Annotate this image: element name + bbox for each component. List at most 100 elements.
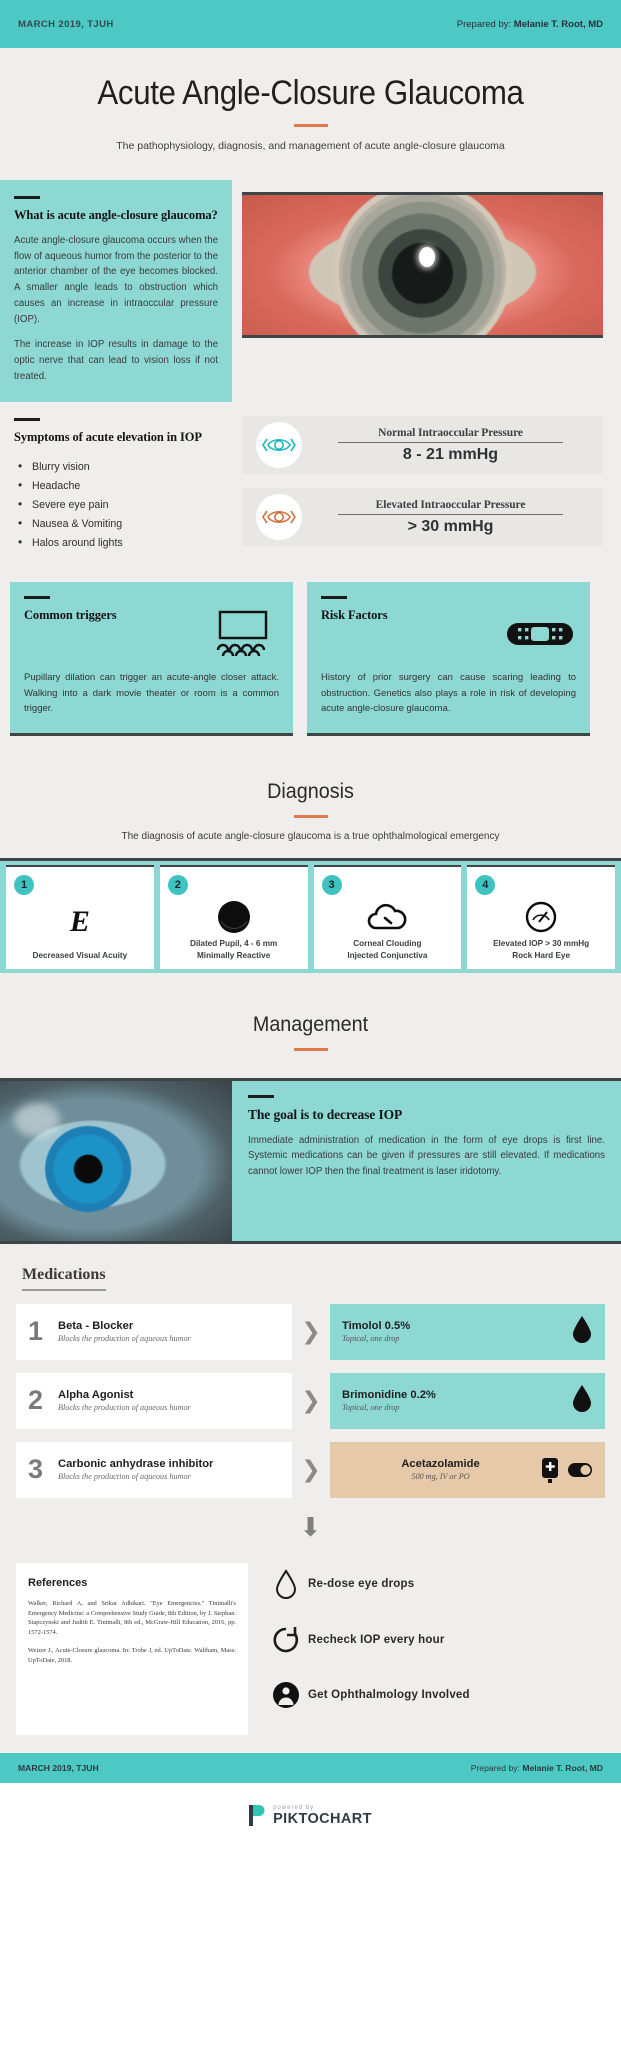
author-name: Melanie T. Root, MD	[513, 18, 603, 30]
list-item: Halos around lights	[14, 533, 218, 552]
medication-class-sub: Blocks the production of aqueous humor	[58, 1472, 191, 1482]
footer-date: MARCH 2019, TJUH	[18, 1762, 99, 1773]
cloud-icon	[320, 895, 456, 939]
list-item: Blurry vision	[14, 457, 218, 476]
diagnosis-card-caption: Dilated Pupil, 4 - 6 mm Minimally Reacti…	[189, 939, 278, 960]
accent-tick	[14, 196, 40, 199]
diagnosis-card-2: 2 Dilated Pupil, 4 - 6 mm Minimally Reac…	[159, 864, 308, 969]
common-triggers-card: Common triggers Pupillary dilation can t…	[10, 582, 293, 736]
diagnosis-card-1: 1 E Decreased Visual Acuity	[6, 864, 154, 969]
eye-icon	[256, 494, 302, 541]
medication-rank: 3	[28, 1454, 44, 1485]
step-get-ophthalmology: Get Ophthalmology Involved	[264, 1681, 605, 1709]
diagnosis-card-4: 4 Elevated IOP > 30 mmHg Rock Hard Eye	[467, 864, 615, 969]
eye-drop-icon	[264, 1568, 308, 1599]
movie-theater-icon	[207, 608, 279, 660]
risk-factors-card: Risk Factors History of prior surgery ca…	[307, 582, 590, 736]
chevron-right-icon: ❯	[301, 1318, 321, 1345]
normal-pressure-box: Normal Intraoccular Pressure 8 - 21 mmHg	[242, 416, 603, 475]
bandage-icon	[504, 608, 576, 660]
divider	[338, 441, 563, 443]
medication-class-name: Carbonic anhydrase inhibitor	[58, 1458, 214, 1471]
medication-class-card: 2 Alpha Agonist Blocks the production of…	[16, 1372, 292, 1429]
diagnosis-card-number: 2	[167, 874, 188, 895]
what-is-panel: What is acute angle-closure glaucoma? Ac…	[0, 180, 232, 403]
eye-drop-icon	[571, 1384, 593, 1417]
medication-drug-name: Acetazolamide	[401, 1458, 480, 1471]
what-is-heading: What is acute angle-closure glaucoma?	[14, 208, 218, 222]
symptoms-row: Symptoms of acute elevation in IOP Blurr…	[0, 402, 621, 572]
medication-drug-name: Brimonidine 0.2%	[342, 1389, 436, 1402]
medication-dose: Topical, one drop	[342, 1334, 400, 1344]
footer-prepared-label: Prepared by:	[470, 1762, 520, 1773]
pressure-gauge-icon	[473, 895, 609, 939]
what-is-row: What is acute angle-closure glaucoma? Ac…	[0, 180, 621, 403]
next-steps-list: Re-dose eye drops Recheck IOP every hour	[264, 1563, 605, 1735]
triggers-risk-row: Common triggers Pupillary dilation can t…	[0, 572, 621, 755]
hero-section: Acute Angle-Closure Glaucoma The pathoph…	[0, 48, 621, 180]
card-header: Risk Factors	[321, 608, 576, 660]
diagnosis-card-number: 3	[321, 874, 342, 895]
chevron-right-icon: ❯	[301, 1387, 321, 1414]
what-is-paragraph-2: The increase in IOP results in damage to…	[14, 339, 218, 382]
symptoms-heading: Symptoms of acute elevation in IOP	[14, 430, 202, 445]
medication-row-2: 2 Alpha Agonist Blocks the production of…	[16, 1372, 605, 1429]
spacer	[0, 1063, 621, 1078]
medication-class-name: Beta - Blocker	[58, 1320, 134, 1333]
accent-tick	[248, 1094, 274, 1098]
piktochart-attribution[interactable]: powered by PIKTOCHART	[0, 1782, 621, 1849]
reference-item: Walker, Richard A, and Srikar Adhikari. …	[28, 1599, 236, 1637]
list-item: Nausea & Vomiting	[14, 514, 218, 533]
medications-section: Medications 1 Beta - Blocker Blocks the …	[0, 1243, 621, 1557]
card-header: Common triggers	[24, 608, 279, 660]
references-card: References Walker, Richard A, and Srikar…	[16, 1562, 248, 1735]
refresh-icon	[264, 1625, 308, 1655]
footer-author-name: Melanie T. Root, MD	[522, 1762, 603, 1773]
common-triggers-heading: Common triggers	[24, 608, 117, 623]
management-goal-body: Immediate administration of medication i…	[248, 1134, 605, 1178]
accent-tick	[14, 418, 40, 422]
medication-dose: Topical, one drop	[342, 1403, 400, 1413]
divider	[338, 513, 563, 515]
elevated-pressure-label: Elevated Intraoccular Pressure	[375, 498, 526, 511]
page-subtitle: The pathophysiology, diagnosis, and mana…	[116, 140, 505, 152]
references-title: References	[28, 1576, 88, 1589]
chevron-right-icon: ❯	[301, 1456, 321, 1483]
medication-dose: 500 mg, IV or PO	[411, 1472, 470, 1482]
title-accent-rule	[293, 124, 328, 127]
step-label: Recheck IOP every hour	[308, 1633, 445, 1646]
risk-factors-heading: Risk Factors	[321, 608, 388, 623]
medication-class-card: 3 Carbonic anhydrase inhibitor Blocks th…	[16, 1441, 292, 1498]
medication-row-1: 1 Beta - Blocker Blocks the production o…	[16, 1303, 605, 1360]
piktochart-logo-icon	[249, 1805, 266, 1827]
references-steps-row: References Walker, Richard A, and Srikar…	[0, 1557, 621, 1753]
medication-class-card: 1 Beta - Blocker Blocks the production o…	[16, 1303, 292, 1360]
step-recheck-iop: Recheck IOP every hour	[264, 1625, 605, 1655]
normal-pressure-value: 8 - 21 mmHg	[402, 445, 499, 463]
list-item: Severe eye pain	[14, 495, 218, 514]
piktochart-wordmark: powered by PIKTOCHART	[273, 1805, 372, 1827]
accent-tick	[321, 596, 347, 600]
medication-drug-card: Timolol 0.5% Topical, one drop	[330, 1303, 605, 1360]
iv-bag-icon	[539, 1456, 593, 1484]
diagnosis-card-caption: Corneal Clouding Injected Conjunctiva	[347, 939, 428, 960]
elevated-pressure-value: > 30 mmHg	[407, 517, 494, 535]
common-triggers-body: Pupillary dilation can trigger an acute-…	[24, 672, 279, 715]
normal-pressure-text: Normal Intraoccular Pressure 8 - 21 mmHg	[312, 427, 589, 464]
diagnosis-card-3: 3 Corneal Clouding Injected Conjunctiva	[313, 864, 462, 969]
medications-title: Medications	[22, 1266, 106, 1291]
management-goal-heading: The goal is to decrease IOP	[248, 1106, 403, 1122]
management-title: Management	[252, 1012, 369, 1036]
diagnosis-card-caption: Decreased Visual Acuity	[32, 950, 128, 960]
doctor-icon	[264, 1681, 308, 1709]
medication-drug-card: Brimonidine 0.2% Topical, one drop	[330, 1372, 605, 1429]
medication-class-sub: Blocks the production of aqueous humor	[58, 1334, 191, 1344]
top-bar-author: Prepared by: Melanie T. Root, MD	[457, 19, 603, 30]
dilated-pupil-icon	[166, 895, 302, 939]
diagnosis-subtitle: The diagnosis of acute angle-closure gla…	[121, 830, 500, 842]
page-title: Acute Angle-Closure Glaucoma	[97, 74, 524, 112]
diagnosis-card-number: 4	[475, 874, 496, 895]
symptoms-list: Blurry vision Headache Severe eye pain N…	[14, 457, 218, 552]
infographic-page: MARCH 2019, TJUH Prepared by: Melanie T.…	[0, 0, 621, 1849]
elevated-pressure-box: Elevated Intraoccular Pressure > 30 mmHg	[242, 488, 603, 547]
